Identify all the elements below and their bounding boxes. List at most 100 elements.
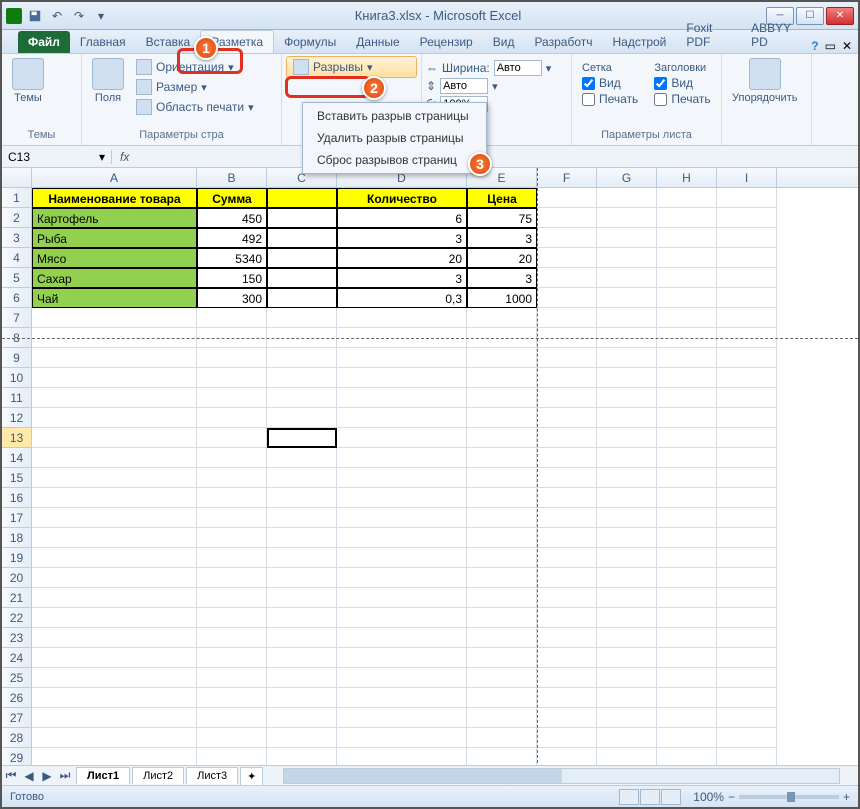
cell-G11[interactable] bbox=[597, 388, 657, 408]
cell-I23[interactable] bbox=[717, 628, 777, 648]
cell-H10[interactable] bbox=[657, 368, 717, 388]
cell-A26[interactable] bbox=[32, 688, 197, 708]
col-header-G[interactable]: G bbox=[597, 168, 657, 187]
cell-H28[interactable] bbox=[657, 728, 717, 748]
cell-C9[interactable] bbox=[267, 348, 337, 368]
cell-F21[interactable] bbox=[537, 588, 597, 608]
row-header-23[interactable]: 23 bbox=[2, 628, 31, 648]
cell-F25[interactable] bbox=[537, 668, 597, 688]
row-header-4[interactable]: 4 bbox=[2, 248, 31, 268]
cell-D23[interactable] bbox=[337, 628, 467, 648]
cell-F23[interactable] bbox=[537, 628, 597, 648]
undo-icon[interactable]: ↶ bbox=[48, 7, 66, 25]
cell[interactable] bbox=[537, 188, 597, 208]
help-icon[interactable]: ? bbox=[811, 39, 818, 53]
cell[interactable] bbox=[537, 208, 597, 228]
cell-B19[interactable] bbox=[197, 548, 267, 568]
cell[interactable] bbox=[717, 228, 777, 248]
row-header-19[interactable]: 19 bbox=[2, 548, 31, 568]
arrange-button[interactable]: Упорядочить bbox=[726, 56, 803, 106]
cell-I25[interactable] bbox=[717, 668, 777, 688]
cell-H9[interactable] bbox=[657, 348, 717, 368]
cell-A17[interactable] bbox=[32, 508, 197, 528]
cell-I12[interactable] bbox=[717, 408, 777, 428]
remove-break-item[interactable]: Удалить разрыв страницы bbox=[305, 127, 484, 149]
name-box[interactable]: C13▾ bbox=[2, 150, 112, 164]
cell-G28[interactable] bbox=[597, 728, 657, 748]
cell-C23[interactable] bbox=[267, 628, 337, 648]
fx-icon[interactable]: fx bbox=[112, 150, 137, 164]
cell-H25[interactable] bbox=[657, 668, 717, 688]
cell-A16[interactable] bbox=[32, 488, 197, 508]
cell-D20[interactable] bbox=[337, 568, 467, 588]
row-header-27[interactable]: 27 bbox=[2, 708, 31, 728]
cell-E18[interactable] bbox=[467, 528, 537, 548]
cell-F19[interactable] bbox=[537, 548, 597, 568]
cell-B25[interactable] bbox=[197, 668, 267, 688]
cell-A14[interactable] bbox=[32, 448, 197, 468]
tab-nav-first[interactable]: ⏮ bbox=[2, 768, 20, 783]
row-header-14[interactable]: 14 bbox=[2, 448, 31, 468]
cell-H26[interactable] bbox=[657, 688, 717, 708]
row-header-3[interactable]: 3 bbox=[2, 228, 31, 248]
cell-B12[interactable] bbox=[197, 408, 267, 428]
cell-G21[interactable] bbox=[597, 588, 657, 608]
cell-D17[interactable] bbox=[337, 508, 467, 528]
cell-E22[interactable] bbox=[467, 608, 537, 628]
cell-E24[interactable] bbox=[467, 648, 537, 668]
cell-B9[interactable] bbox=[197, 348, 267, 368]
cell-G20[interactable] bbox=[597, 568, 657, 588]
tab-nav-prev[interactable]: ◀ bbox=[20, 769, 38, 783]
cell-F22[interactable] bbox=[537, 608, 597, 628]
row-header-28[interactable]: 28 bbox=[2, 728, 31, 748]
cell-C28[interactable] bbox=[267, 728, 337, 748]
tab-file[interactable]: Файл bbox=[18, 31, 70, 53]
row-header-1[interactable]: 1 bbox=[2, 188, 31, 208]
row-header-9[interactable]: 9 bbox=[2, 348, 31, 368]
cell[interactable] bbox=[597, 248, 657, 268]
cell-F16[interactable] bbox=[537, 488, 597, 508]
cell-G14[interactable] bbox=[597, 448, 657, 468]
cell-I24[interactable] bbox=[717, 648, 777, 668]
cell-B11[interactable] bbox=[197, 388, 267, 408]
row-header-13[interactable]: 13 bbox=[2, 428, 31, 448]
cell-D12[interactable] bbox=[337, 408, 467, 428]
sheet-tab-1[interactable]: Лист1 bbox=[76, 767, 130, 784]
data-sum-2[interactable]: 5340 bbox=[197, 248, 267, 268]
cell-B26[interactable] bbox=[197, 688, 267, 708]
cell-D15[interactable] bbox=[337, 468, 467, 488]
cell-F7[interactable] bbox=[537, 308, 597, 328]
cell-E19[interactable] bbox=[467, 548, 537, 568]
cell-G16[interactable] bbox=[597, 488, 657, 508]
cell-I26[interactable] bbox=[717, 688, 777, 708]
row-header-10[interactable]: 10 bbox=[2, 368, 31, 388]
data-name-4[interactable]: Чай bbox=[32, 288, 197, 308]
cell-A9[interactable] bbox=[32, 348, 197, 368]
cell-G23[interactable] bbox=[597, 628, 657, 648]
cell-D21[interactable] bbox=[337, 588, 467, 608]
row-header-12[interactable]: 12 bbox=[2, 408, 31, 428]
select-all-corner[interactable] bbox=[2, 168, 32, 187]
cell-C15[interactable] bbox=[267, 468, 337, 488]
cell-H20[interactable] bbox=[657, 568, 717, 588]
grid-view-check[interactable]: Вид bbox=[582, 76, 638, 90]
cell-I16[interactable] bbox=[717, 488, 777, 508]
scale-height-input[interactable] bbox=[440, 78, 488, 94]
cell-G13[interactable] bbox=[597, 428, 657, 448]
cell-F12[interactable] bbox=[537, 408, 597, 428]
cell[interactable] bbox=[717, 208, 777, 228]
cell-I10[interactable] bbox=[717, 368, 777, 388]
tab-home[interactable]: Главная bbox=[70, 31, 136, 53]
data-sum-4[interactable]: 300 bbox=[197, 288, 267, 308]
cell-D18[interactable] bbox=[337, 528, 467, 548]
data-price-1[interactable]: 3 bbox=[467, 228, 537, 248]
cell-E12[interactable] bbox=[467, 408, 537, 428]
cell-E21[interactable] bbox=[467, 588, 537, 608]
cell-I17[interactable] bbox=[717, 508, 777, 528]
cell-I19[interactable] bbox=[717, 548, 777, 568]
cell-E9[interactable] bbox=[467, 348, 537, 368]
header-sum[interactable]: Сумма bbox=[197, 188, 267, 208]
cell-D11[interactable] bbox=[337, 388, 467, 408]
cell-G22[interactable] bbox=[597, 608, 657, 628]
data-qty-2[interactable]: 20 bbox=[337, 248, 467, 268]
